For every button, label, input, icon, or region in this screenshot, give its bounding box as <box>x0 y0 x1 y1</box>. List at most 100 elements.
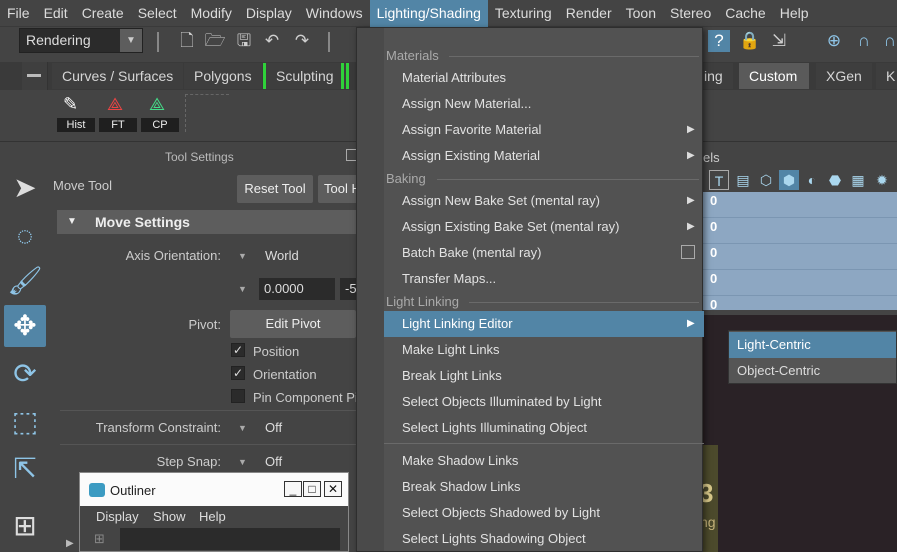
maximize-icon[interactable]: □ <box>303 481 321 497</box>
paint-select-icon[interactable]: 🖌 <box>4 260 46 302</box>
snap-grid-icon[interactable]: ⊕ <box>823 30 845 52</box>
channel-row[interactable]: 0 <box>700 218 897 244</box>
menu-item-assign-favorite-material[interactable]: Assign Favorite Material <box>384 117 704 143</box>
menu-set-selector[interactable]: Rendering ▼ <box>19 28 143 53</box>
menu-item-assign-new-bake-set[interactable]: Assign New Bake Set (mental ray) <box>384 188 704 214</box>
submenu-light-centric[interactable]: Light-Centric <box>729 332 896 358</box>
chevron-down-icon[interactable]: ▼ <box>238 457 247 467</box>
shelf-button-hist[interactable]: ✎ Hist <box>57 94 95 132</box>
menu-select[interactable]: Select <box>131 0 184 27</box>
shelf-tab-sculpting[interactable]: Sculpting <box>263 63 347 89</box>
menu-item-assign-existing-bake-set[interactable]: Assign Existing Bake Set (mental ray) <box>384 214 704 240</box>
shelf-tab-xgen[interactable]: XGen <box>816 63 872 89</box>
menu-item-transfer-maps[interactable]: Transfer Maps... <box>384 266 704 292</box>
menu-help[interactable]: Help <box>773 0 816 27</box>
minimize-icon[interactable]: _ <box>284 481 302 497</box>
menu-item-material-attributes[interactable]: Material Attributes <box>384 65 704 91</box>
redo-icon[interactable]: ↷ <box>291 30 313 52</box>
texture-icon[interactable]: ⬣ <box>825 170 845 190</box>
shelf-button-cp[interactable]: ⟁ CP <box>141 94 179 132</box>
last-tool-icon[interactable]: ⇱ <box>4 448 46 490</box>
half-shade-icon[interactable]: ◐ <box>802 170 822 190</box>
menu-render[interactable]: Render <box>559 0 619 27</box>
orientation-checkbox[interactable]: ✓ <box>231 366 245 380</box>
option-box-icon[interactable] <box>681 245 695 259</box>
outliner-titlebar[interactable]: Outliner _ □ ✕ <box>80 473 348 506</box>
menu-item-select-objects-shadowed[interactable]: Select Objects Shadowed by Light <box>384 500 704 526</box>
move-settings-section[interactable]: ▼ Move Settings <box>57 210 362 234</box>
open-scene-icon[interactable]: 🗁 <box>204 30 226 52</box>
move-tool-icon[interactable]: ✥ <box>4 305 46 347</box>
new-scene-icon[interactable]: 🗋 <box>176 30 198 52</box>
edit-pivot-button[interactable]: Edit Pivot <box>230 310 356 338</box>
snap-point-icon[interactable]: ∩ <box>879 30 897 52</box>
cube-wire-icon[interactable]: ⬡ <box>756 170 776 190</box>
chevron-down-icon[interactable]: ▼ <box>238 284 247 294</box>
shelf-tab-polygons[interactable]: Polygons <box>184 63 262 89</box>
undo-icon[interactable]: ↶ <box>261 30 283 52</box>
shelf-tab-k[interactable]: K <box>876 63 897 89</box>
layout-icon[interactable]: ⊞ <box>4 505 46 547</box>
menu-file[interactable]: File <box>0 0 37 27</box>
channel-row[interactable]: 0 <box>700 296 897 310</box>
close-icon[interactable]: ✕ <box>324 481 342 497</box>
menu-item-make-shadow-links[interactable]: Make Shadow Links <box>384 448 704 474</box>
coordinate-field[interactable]: 0.0000 <box>259 278 335 300</box>
transform-constraint-value[interactable]: Off <box>265 420 282 435</box>
menu-item-assign-existing-material[interactable]: Assign Existing Material <box>384 143 704 169</box>
menu-cache[interactable]: Cache <box>718 0 772 27</box>
menu-item-break-shadow-links[interactable]: Break Shadow Links <box>384 474 704 500</box>
reset-tool-button[interactable]: Reset Tool <box>237 175 313 203</box>
filter-icon[interactable]: ⊞ <box>94 531 105 547</box>
menu-item-select-lights-illuminating[interactable]: Select Lights Illuminating Object <box>384 415 704 441</box>
outliner-search-field[interactable] <box>120 528 340 550</box>
submenu-object-centric[interactable]: Object-Centric <box>729 358 896 384</box>
chevron-down-icon[interactable]: ▼ <box>238 423 247 433</box>
menu-display[interactable]: Display <box>239 0 299 27</box>
outliner-menu-display[interactable]: Display <box>96 509 139 524</box>
shelf-tab-partial[interactable] <box>341 63 349 89</box>
menu-create[interactable]: Create <box>75 0 131 27</box>
axis-orientation-value[interactable]: World <box>265 248 299 263</box>
pin-component-checkbox[interactable] <box>231 389 245 403</box>
lock-icon[interactable]: 🔒 <box>739 30 761 52</box>
snap-curve-icon[interactable]: ∩ <box>853 30 875 52</box>
select-tool-icon[interactable]: ➤ <box>4 167 46 209</box>
menu-texturing[interactable]: Texturing <box>488 0 559 27</box>
shading-icon[interactable]: ▤ <box>733 170 753 190</box>
channel-row[interactable]: 0 <box>700 192 897 218</box>
shelf-menu-icon[interactable] <box>27 74 41 77</box>
chevron-down-icon[interactable]: ▼ <box>238 251 247 261</box>
menu-item-select-lights-shadowing[interactable]: Select Lights Shadowing Object <box>384 526 704 552</box>
menu-item-assign-new-material[interactable]: Assign New Material... <box>384 91 704 117</box>
shelf-tab-curves-surfaces[interactable]: Curves / Surfaces <box>52 63 184 89</box>
menu-item-batch-bake[interactable]: Batch Bake (mental ray) <box>384 240 704 266</box>
menu-windows[interactable]: Windows <box>299 0 370 27</box>
menu-item-break-light-links[interactable]: Break Light Links <box>384 363 704 389</box>
help-line-icon[interactable]: ? <box>708 30 730 52</box>
rotate-tool-icon[interactable]: ⟳ <box>4 353 46 395</box>
light-icon[interactable]: ✹ <box>872 170 892 190</box>
menu-edit[interactable]: Edit <box>37 0 75 27</box>
save-scene-icon[interactable]: 🖫 <box>233 30 255 52</box>
position-checkbox[interactable]: ✓ <box>231 343 245 357</box>
lasso-tool-icon[interactable]: ◌ <box>4 215 46 257</box>
menu-stereo[interactable]: Stereo <box>663 0 718 27</box>
checker-icon[interactable]: ▦ <box>848 170 868 190</box>
menu-item-select-objects-illuminated[interactable]: Select Objects Illuminated by Light <box>384 389 704 415</box>
text-icon[interactable]: T <box>709 170 729 190</box>
scale-tool-icon[interactable]: ⬚ <box>4 401 46 443</box>
channel-row[interactable]: 0 <box>700 270 897 296</box>
outliner-menu-help[interactable]: Help <box>199 509 226 524</box>
expand-triangle-icon[interactable]: ▶ <box>66 538 74 549</box>
menu-modify[interactable]: Modify <box>184 0 239 27</box>
step-snap-value[interactable]: Off <box>265 454 282 469</box>
chevron-down-icon[interactable]: ▼ <box>120 29 142 52</box>
menu-item-make-light-links[interactable]: Make Light Links <box>384 337 704 363</box>
select-cursor-icon[interactable]: ⇲ <box>768 30 790 52</box>
shelf-button-ft[interactable]: ⟁ FT <box>99 94 137 132</box>
outliner-menu-show[interactable]: Show <box>153 509 186 524</box>
cube-solid-icon[interactable]: ⬢ <box>779 170 799 190</box>
channel-row[interactable]: 0 <box>700 244 897 270</box>
menu-toon[interactable]: Toon <box>619 0 663 27</box>
